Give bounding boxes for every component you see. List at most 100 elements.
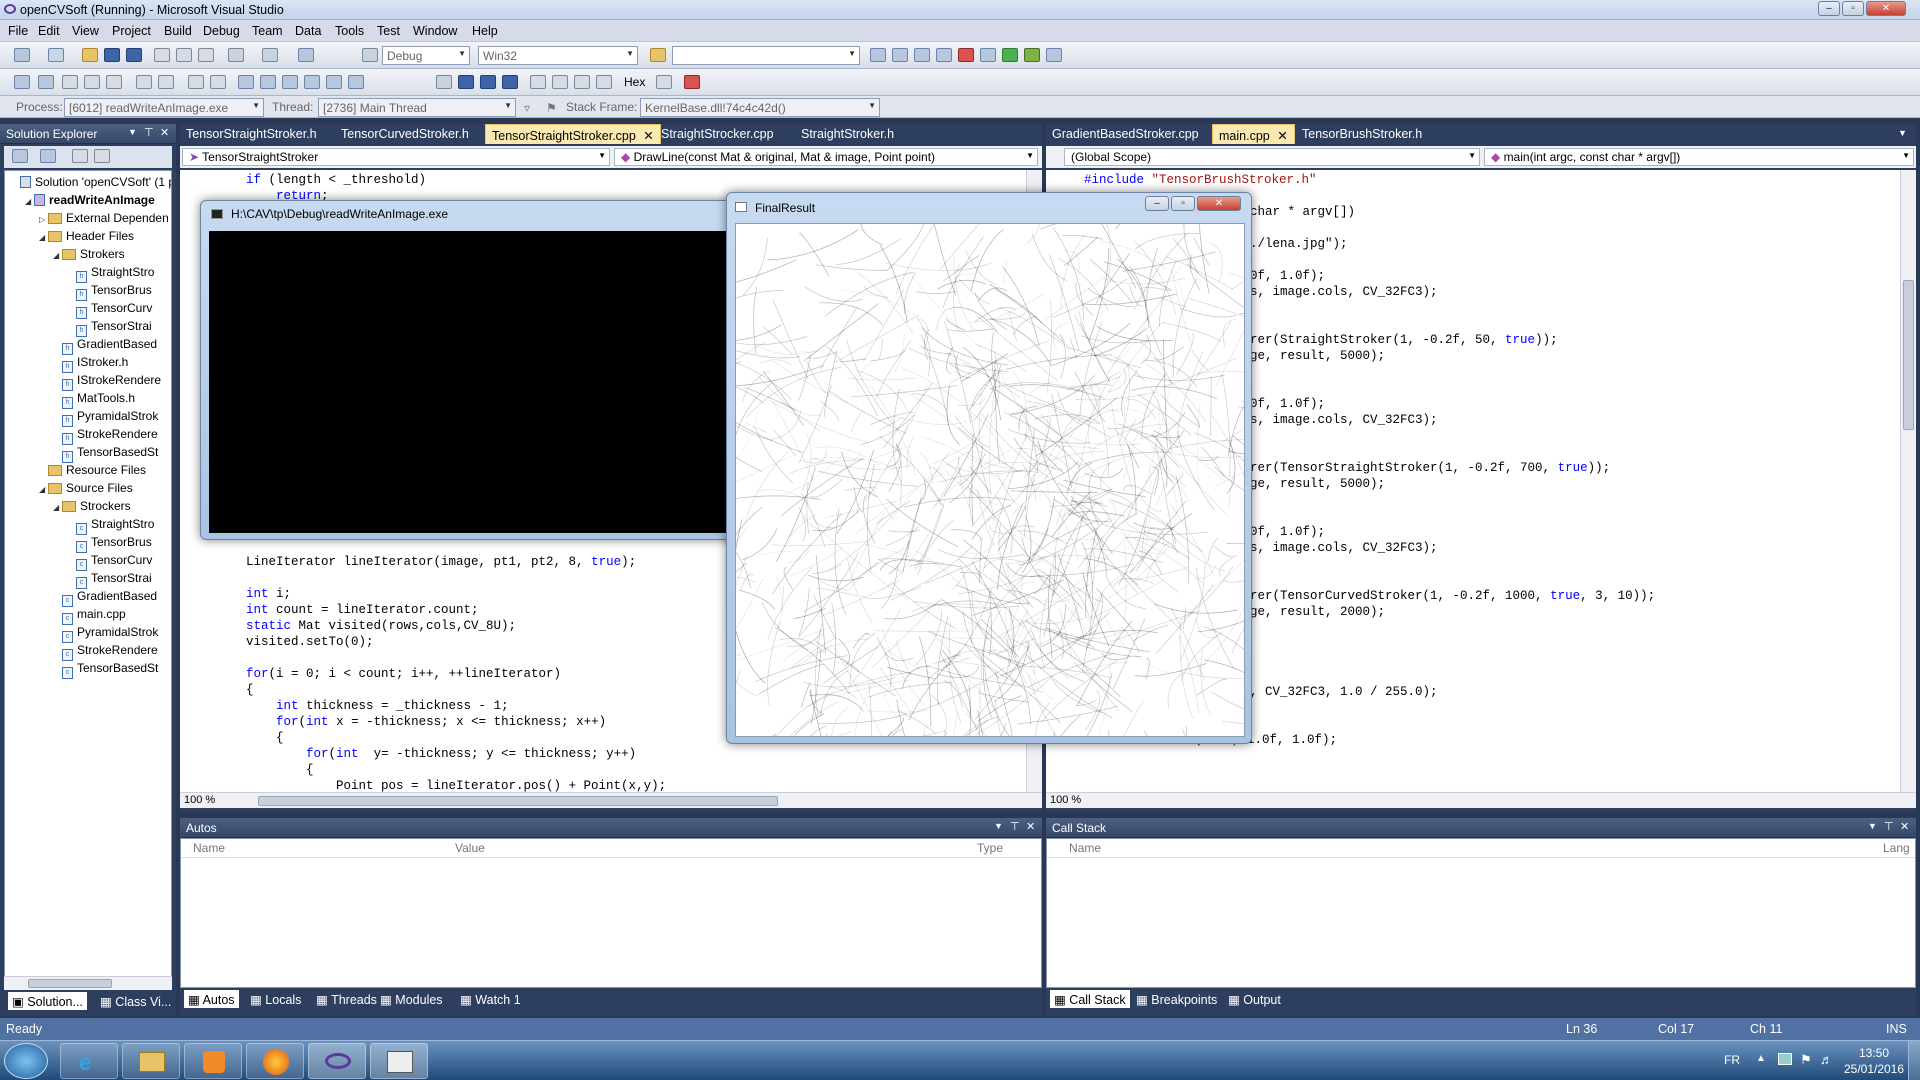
editor-tab[interactable]: GradientBasedStroker.cpp <box>1046 124 1205 144</box>
new-project-icon[interactable] <box>14 48 30 62</box>
network-icon[interactable] <box>1778 1053 1792 1065</box>
close-tab-icon[interactable]: ✕ <box>1274 129 1287 143</box>
solution-explorer-icon[interactable] <box>870 48 886 62</box>
scroll-thumb[interactable] <box>28 979 112 988</box>
taskbar-ie-icon[interactable]: e <box>60 1043 118 1079</box>
start-debug-icon[interactable] <box>362 48 378 62</box>
tree-item[interactable]: h IStroker.h <box>53 353 128 373</box>
window-layout-icon[interactable] <box>1046 48 1062 62</box>
autos-grid[interactable]: Name Value Type <box>180 838 1042 988</box>
language-indicator[interactable]: FR <box>1724 1053 1740 1067</box>
right-zoom-select[interactable]: 100 % <box>1050 794 1081 806</box>
tree-item[interactable]: ◢ Source Files <box>39 479 133 497</box>
tools-icon[interactable] <box>958 48 974 62</box>
collapse-icon[interactable]: ◢ <box>53 247 62 265</box>
pin-icon[interactable]: ⊤ <box>1010 820 1020 833</box>
open-file-icon[interactable] <box>82 48 98 62</box>
dropdown-icon[interactable]: ▼ <box>1868 821 1877 831</box>
menu-data[interactable]: Data <box>295 24 321 38</box>
breakpoint-window-icon[interactable] <box>656 75 672 89</box>
panel-tab[interactable]: ▦ Call Stack <box>1050 990 1130 1008</box>
class-view-icon[interactable] <box>94 149 110 163</box>
restart-icon[interactable] <box>502 75 518 89</box>
step-out-icon[interactable] <box>596 75 612 89</box>
paste-icon[interactable] <box>198 48 214 62</box>
menu-edit[interactable]: Edit <box>38 24 60 38</box>
fr-maximize-button[interactable]: ▫ <box>1171 196 1195 211</box>
quick-info-icon[interactable] <box>84 75 100 89</box>
left-zoom-select[interactable]: 100 % <box>184 794 215 806</box>
properties-icon[interactable] <box>892 48 908 62</box>
editor-tab[interactable]: StraightStroker.h <box>795 124 900 144</box>
menu-tools[interactable]: Tools <box>335 24 364 38</box>
refresh-icon[interactable] <box>72 149 88 163</box>
tree-item[interactable]: Solution 'openCVSoft' (1 p <box>11 173 171 191</box>
final-result-canvas[interactable] <box>735 223 1245 737</box>
next-bookmark-folder-icon[interactable] <box>326 75 342 89</box>
find-in-files-icon[interactable] <box>650 48 666 62</box>
panel-tab[interactable]: ▦ Output <box>1224 990 1285 1008</box>
tree-item[interactable]: h StrokeRendere <box>53 425 158 445</box>
comment-icon[interactable] <box>188 75 204 89</box>
close-icon[interactable]: ✕ <box>1026 820 1035 833</box>
taskbar-visual-studio-icon[interactable] <box>308 1043 366 1079</box>
redo-icon[interactable] <box>262 48 278 62</box>
pin-icon[interactable]: ⊤ <box>1884 820 1894 833</box>
tree-item[interactable]: ◢ Strokers <box>53 245 125 263</box>
filter-icon[interactable]: ▿ <box>524 101 530 115</box>
thread-select[interactable]: [2736] Main Thread ▼ <box>318 98 516 117</box>
tree-item[interactable]: c TensorBasedSt <box>53 659 158 679</box>
close-icon[interactable]: ✕ <box>1900 820 1909 833</box>
left-hscroll-thumb[interactable] <box>258 796 778 806</box>
toolbox-icon[interactable] <box>936 48 952 62</box>
clock-date[interactable]: 25/01/2016 <box>1836 1062 1912 1076</box>
column-value[interactable]: Value <box>455 839 485 857</box>
collapse-icon[interactable]: ◢ <box>53 499 62 517</box>
editor-tab[interactable]: TensorBrushStroker.h <box>1296 124 1428 144</box>
maximize-button[interactable]: ▫ <box>1842 1 1864 16</box>
flag-icon[interactable]: ⚑ <box>546 101 557 115</box>
collapse-icon[interactable]: ◢ <box>25 193 34 211</box>
tree-item[interactable]: c TensorStrai <box>67 569 152 589</box>
tree-item[interactable]: h TensorStrai <box>67 317 152 337</box>
menu-window[interactable]: Window <box>413 24 457 38</box>
left-member-select[interactable]: ◆ DrawLine(const Mat & original, Mat & i… <box>614 148 1038 166</box>
clear-bookmarks-icon[interactable] <box>348 75 364 89</box>
panel-tab[interactable]: ▦ Autos <box>184 990 239 1008</box>
prev-bookmark-folder-icon[interactable] <box>304 75 320 89</box>
cut-icon[interactable] <box>154 48 170 62</box>
panel-tab[interactable]: ▦ Threads <box>312 990 381 1008</box>
menu-team[interactable]: Team <box>252 24 283 38</box>
tree-item[interactable]: ◢ Strockers <box>53 497 131 515</box>
panel-tab[interactable]: ▦ Breakpoints <box>1132 990 1221 1008</box>
stop-debugging-icon[interactable] <box>480 75 496 89</box>
editor-tab[interactable]: TensorStraightStroker.cpp ✕ <box>485 124 661 144</box>
save-icon[interactable] <box>104 48 120 62</box>
right-vscrollbar[interactable] <box>1900 170 1916 792</box>
navigate-icon[interactable] <box>298 48 314 62</box>
tree-item[interactable]: h TensorCurv <box>67 299 152 319</box>
tree-item[interactable]: h IStrokeRendere <box>53 371 161 391</box>
menu-build[interactable]: Build <box>164 24 192 38</box>
find-combo[interactable]: ▼ <box>672 46 860 65</box>
right-scope-select[interactable]: (Global Scope) ▼ <box>1064 148 1480 166</box>
start-button[interactable] <box>4 1043 48 1079</box>
tree-item[interactable]: h TensorBrus <box>67 281 152 301</box>
menu-debug[interactable]: Debug <box>203 24 240 38</box>
tree-item[interactable]: c StraightStro <box>67 515 154 535</box>
fr-minimize-button[interactable]: – <box>1145 196 1169 211</box>
menu-test[interactable]: Test <box>377 24 400 38</box>
uncomment-icon[interactable] <box>210 75 226 89</box>
pointer-icon[interactable] <box>62 75 78 89</box>
taskbar-explorer-icon[interactable] <box>122 1043 180 1079</box>
se-hscrollbar[interactable] <box>4 976 172 990</box>
solution-config-select[interactable]: Debug ▼ <box>382 46 470 65</box>
column-name[interactable]: Name <box>193 839 225 857</box>
undo-icon[interactable] <box>228 48 244 62</box>
tree-item[interactable]: c PyramidalStrok <box>53 623 158 643</box>
panel-tab[interactable]: ▦ Watch 1 <box>456 990 525 1008</box>
fr-close-button[interactable]: ✕ <box>1197 196 1241 211</box>
collapse-icon[interactable]: ◢ <box>39 229 48 247</box>
menu-project[interactable]: Project <box>112 24 151 38</box>
pin-icon[interactable]: ⊤ <box>144 126 154 139</box>
